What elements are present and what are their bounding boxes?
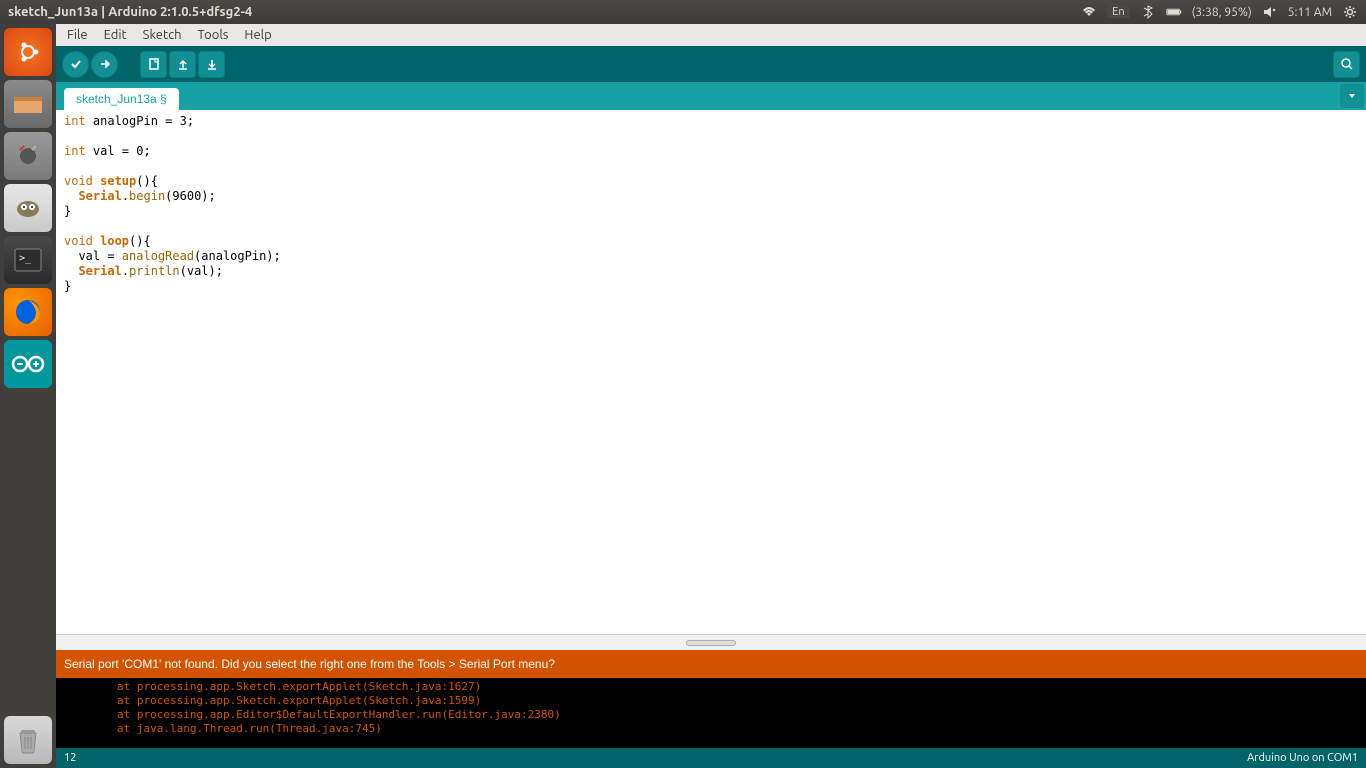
line-number: 12 (64, 752, 76, 764)
launcher-terminal[interactable]: >_ (4, 236, 52, 284)
status-bar: Serial port 'COM1' not found. Did you se… (56, 650, 1366, 678)
open-button[interactable] (169, 51, 196, 78)
clock-text: 5:11 AM (1288, 6, 1332, 19)
arduino-window: File Edit Sketch Tools Help sketch_Jun13… (56, 24, 1366, 768)
console-output[interactable]: at processing.app.Sketch.exportApplet(Sk… (56, 678, 1366, 748)
language-indicator[interactable]: En (1107, 6, 1129, 18)
battery-icon[interactable] (1166, 4, 1182, 20)
sketch-tab[interactable]: sketch_Jun13a § (64, 88, 179, 110)
code-editor[interactable]: int analogPin = 3; int val = 0; void set… (56, 110, 1366, 634)
unity-launcher: >_ (0, 24, 56, 768)
bottom-status-bar: 12 Arduino Uno on COM1 (56, 748, 1366, 768)
menu-edit[interactable]: Edit (97, 26, 134, 44)
battery-text: (3:38, 95%) (1192, 6, 1252, 19)
editor-resize-bar[interactable] (56, 634, 1366, 650)
menu-help[interactable]: Help (237, 26, 278, 44)
launcher-arduino[interactable] (4, 340, 52, 388)
board-info: Arduino Uno on COM1 (1247, 752, 1358, 764)
serial-monitor-button[interactable] (1333, 51, 1360, 78)
resize-handle-icon (686, 640, 736, 646)
menu-tools[interactable]: Tools (191, 26, 236, 44)
window-title: sketch_Jun13a | Arduino 2:1.0.5+dfsg2-4 (8, 5, 252, 19)
save-button[interactable] (198, 51, 225, 78)
launcher-ubuntu[interactable] (4, 28, 52, 76)
bluetooth-icon[interactable] (1140, 4, 1156, 20)
verify-button[interactable] (62, 51, 89, 78)
system-topbar: sketch_Jun13a | Arduino 2:1.0.5+dfsg2-4 … (0, 0, 1366, 24)
tabbar: sketch_Jun13a § (56, 82, 1366, 110)
toolbar (56, 46, 1366, 82)
status-error-text: Serial port 'COM1' not found. Did you se… (64, 657, 555, 671)
launcher-firefox[interactable] (4, 288, 52, 336)
volume-icon[interactable] (1262, 4, 1278, 20)
tab-menu-button[interactable] (1340, 84, 1364, 108)
menu-sketch[interactable]: Sketch (136, 26, 189, 44)
launcher-trash[interactable] (4, 716, 52, 764)
svg-text:>_: >_ (19, 253, 32, 264)
upload-button[interactable] (91, 51, 118, 78)
launcher-gimp[interactable] (4, 184, 52, 232)
gear-icon[interactable] (1342, 4, 1358, 20)
wifi-icon[interactable] (1081, 4, 1097, 20)
menu-file[interactable]: File (60, 26, 95, 44)
menubar: File Edit Sketch Tools Help (56, 24, 1366, 46)
launcher-settings[interactable] (4, 132, 52, 180)
new-button[interactable] (140, 51, 167, 78)
launcher-files[interactable] (4, 80, 52, 128)
